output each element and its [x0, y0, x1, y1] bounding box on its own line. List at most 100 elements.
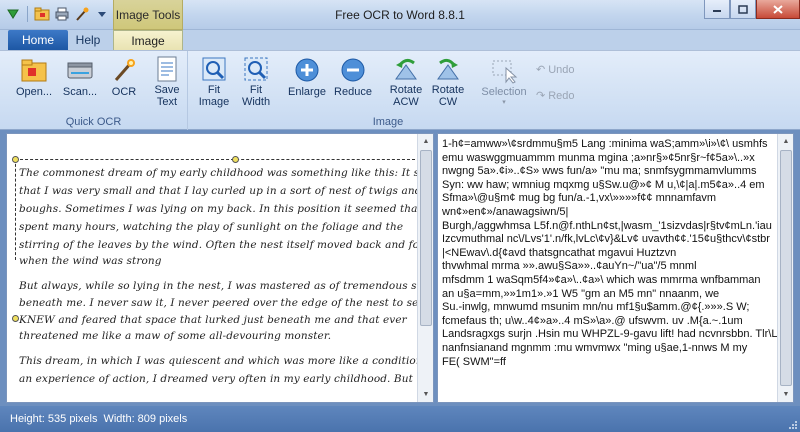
save-text-button[interactable]: Save Text: [145, 55, 189, 108]
image-vertical-scrollbar[interactable]: ▲ ▼: [417, 134, 433, 402]
ocr-text-pane[interactable]: 1-h¢=amww»\¢srdmmu§m5 Lang :minima waS;a…: [437, 133, 794, 403]
ocr-line: thvwhmal mrma »».awu§Sa»»..¢auYn~/"ua"/5…: [442, 260, 697, 273]
open-button[interactable]: Open...: [12, 55, 56, 107]
scroll-up-arrow-icon[interactable]: ▲: [418, 134, 433, 149]
save-text-label-line1: Save: [154, 84, 180, 96]
fit-width-label-line2: Width: [241, 96, 271, 108]
ocr-line: FE( SWM"=ff: [442, 355, 506, 368]
enlarge-button[interactable]: Enlarge: [282, 55, 332, 107]
redo-icon: ↷: [536, 90, 546, 102]
scanned-line: But always, while so lying in the nest, …: [19, 280, 418, 292]
scan-button[interactable]: Scan...: [58, 55, 102, 107]
close-button[interactable]: [756, 0, 800, 19]
resize-grip-icon[interactable]: [788, 420, 798, 430]
ribbon: Open... Scan... OCR Save Text Quick OCR: [0, 50, 800, 130]
fit-image-label-line2: Image: [198, 96, 230, 108]
scan-label: Scan...: [62, 86, 98, 98]
ocr-text-area[interactable]: 1-h¢=amww»\¢srdmmu§m5 Lang :minima waS;a…: [442, 138, 777, 369]
reduce-button[interactable]: Reduce: [328, 55, 378, 107]
selection-handle-top-left[interactable]: [12, 156, 19, 163]
ocr-line: Syn: ww haw; wmniug mqxmg u§Sw.u@»¢ M u,…: [442, 178, 765, 191]
scanner-icon: [65, 55, 95, 85]
scanned-line: when the wind was strong: [19, 255, 162, 267]
scanned-line: The commonest dream of my early childhoo…: [19, 167, 418, 179]
selection-dropdown-icon: ▾: [502, 99, 506, 106]
ocr-line: 1-h¢=amww»\¢srdmmu§m5 Lang :minima waS;a…: [442, 138, 768, 150]
ocr-line: nwgng 5a».¢i»..¢S» wws fun/a» "mu ma; sn…: [442, 165, 757, 178]
ocr-button[interactable]: OCR: [102, 55, 146, 107]
rotate-cw-label-line2: CW: [438, 96, 458, 108]
scanned-line: beneath me. I never saw it, I never peer…: [19, 297, 418, 309]
status-height: Height: 535 pixels: [10, 413, 98, 425]
undo-button[interactable]: ↶ Undo: [536, 63, 575, 77]
ocr-line: emu waswggmuammm munma mgina ;a»nr§»¢5nr…: [442, 151, 755, 164]
ocr-line: Izcvmuthmal nc\/Lvs'1'.n/fk,lvLc\¢v}&Lv¢…: [442, 233, 770, 246]
rotate-cw-icon: [433, 55, 463, 83]
tab-image[interactable]: Image: [113, 30, 183, 50]
title-bar: Image Tools Free OCR to Word 8.8.1: [0, 0, 800, 30]
fit-width-button[interactable]: Fit Width: [234, 55, 278, 108]
rotate-acw-label: Rotate ACW: [390, 84, 422, 108]
ocr-line: Sfma»\@u§m¢ mug bg fun/a.-1,vx\»»»»f¢¢ m…: [442, 192, 717, 205]
fit-width-label-line1: Fit: [249, 84, 263, 96]
ocr-label: OCR: [111, 86, 137, 98]
scanned-line: that I was very small and that I lay cur…: [19, 185, 418, 197]
minimize-button[interactable]: [704, 0, 730, 19]
scroll-up-arrow-icon[interactable]: ▲: [778, 134, 793, 149]
ocr-line: |<NEwav\.d{¢avd thatsgncathat mgavui Huz…: [442, 246, 677, 259]
ocr-line: Landsragxgs surjn .Hsin mu WHPZL-9-gavu …: [442, 328, 777, 341]
scanned-image[interactable]: The commonest dream of my early childhoo…: [7, 134, 418, 402]
text-vertical-scrollbar[interactable]: ▲ ▼: [777, 134, 793, 402]
rotate-acw-label-line2: ACW: [393, 96, 419, 108]
document-icon: [152, 55, 182, 83]
ocr-line: mfsdmm 1 waSqm5f4»¢a»\..¢a»\ which was m…: [442, 273, 761, 286]
save-text-label-line2: Text: [156, 96, 178, 108]
cursor-selection-icon: [489, 55, 519, 85]
scanned-line: an experience of action, I dreamed very …: [19, 373, 413, 385]
scanned-line: boughs. Sometimes I was lying on my back…: [19, 203, 418, 215]
magic-wand-icon: [109, 55, 139, 85]
ocr-line: fcmefaus th; u\w..4¢»a»..4 mS»\a».@ ufsw…: [442, 314, 743, 327]
ocr-line: nanfnsianand mgnmm :mu wmvmwx "ming u§ae…: [442, 341, 748, 354]
fit-image-icon: [199, 55, 229, 83]
tab-home[interactable]: Home: [8, 30, 68, 50]
zoom-in-icon: [292, 55, 322, 85]
selection-handle-left-middle[interactable]: [12, 315, 19, 322]
save-text-label: Save Text: [154, 84, 179, 108]
open-label: Open...: [15, 86, 53, 98]
selection-label: Selection: [481, 86, 527, 98]
selection-handle-top-middle[interactable]: [232, 156, 239, 163]
tab-help[interactable]: Help: [68, 30, 108, 50]
rotate-acw-label-line1: Rotate: [389, 84, 423, 96]
image-scroll-thumb[interactable]: [420, 150, 432, 326]
scroll-down-arrow-icon[interactable]: ▼: [778, 387, 793, 402]
undo-label: Undo: [548, 63, 575, 76]
maximize-button[interactable]: [730, 0, 756, 19]
fit-image-button[interactable]: Fit Image: [192, 55, 236, 108]
image-viewer-pane[interactable]: The commonest dream of my early childhoo…: [6, 133, 434, 403]
undo-icon: ↶: [536, 64, 546, 76]
scroll-down-arrow-icon[interactable]: ▼: [418, 387, 433, 402]
fit-width-icon: [241, 55, 271, 83]
fit-image-label-line1: Fit: [207, 84, 221, 96]
group-quick-ocr: Open... Scan... OCR Save Text Quick OCR: [0, 51, 188, 130]
zoom-out-icon: [338, 55, 368, 85]
ocr-line: an u§a=mm,»»1m1».»1 W5 "gm an M5 mn" nna…: [442, 287, 720, 300]
ocr-line: Burgh,/aggwhmsa L5f.n@f.nthLn¢st,|wasm_'…: [442, 219, 772, 232]
open-folder-icon: [19, 55, 49, 85]
group-image: Fit Image Fit Width Enlarge Reduce Rotat…: [188, 51, 770, 130]
ocr-line: wn¢»en¢»/anawagsiwn/5|: [442, 205, 569, 218]
status-bar: Height: 535 pixels Width: 809 pixels: [0, 406, 800, 432]
fit-width-label: Fit Width: [242, 84, 270, 108]
scanned-line: KNEW and feared that space that lurked j…: [19, 314, 407, 326]
scanned-line: spent many hours, watching the play of s…: [19, 221, 404, 233]
selection-button[interactable]: Selection ▾: [480, 55, 528, 107]
enlarge-label: Enlarge: [288, 86, 326, 98]
redo-button[interactable]: ↷ Redo: [536, 89, 575, 103]
text-scroll-thumb[interactable]: [780, 150, 792, 386]
group-label-quick-ocr: Quick OCR: [65, 116, 122, 128]
rotate-acw-button[interactable]: Rotate ACW: [384, 55, 428, 108]
rotate-cw-button[interactable]: Rotate CW: [426, 55, 470, 108]
ribbon-tab-row: Home Help Image: [0, 30, 800, 50]
rotate-cw-label: Rotate CW: [432, 84, 464, 108]
